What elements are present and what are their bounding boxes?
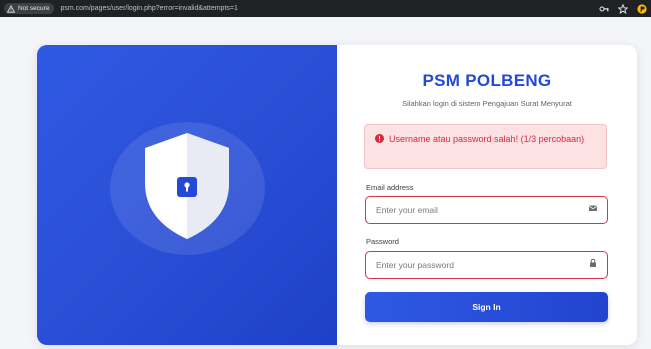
star-icon[interactable]: [618, 3, 628, 14]
app-subtitle: Silahkan login di sistem Pengajuan Surat…: [402, 99, 572, 108]
sign-in-button[interactable]: Sign In: [365, 292, 608, 322]
address-bar-url[interactable]: psm.com/pages/user/login.php?error=inval…: [60, 5, 237, 12]
shield-lock-icon: [145, 133, 229, 239]
security-indicator[interactable]: Not secure: [4, 3, 55, 14]
translate-icon[interactable]: [599, 4, 609, 14]
security-label: Not secure: [18, 5, 50, 12]
password-label: Password: [366, 237, 399, 246]
form-panel: PSM POLBENG Silahkan login di sistem Pen…: [337, 45, 637, 345]
lock-icon: [590, 258, 596, 267]
email-input-wrapper: [365, 196, 608, 224]
illustration-panel: [37, 45, 337, 345]
page-background: PSM POLBENG Silahkan login di sistem Pen…: [0, 17, 651, 349]
password-field[interactable]: [366, 252, 578, 277]
warning-triangle-icon: [7, 4, 15, 13]
envelope-icon: [588, 205, 598, 211]
error-message: Username atau password salah! (1/3 perco…: [389, 134, 585, 144]
error-alert: Username atau password salah! (1/3 perco…: [364, 124, 607, 169]
app-title: PSM POLBENG: [422, 71, 552, 90]
toolbar-actions: [599, 0, 647, 17]
email-field[interactable]: [366, 197, 578, 222]
email-label: Email address: [366, 183, 414, 192]
browser-toolbar: Not secure psm.com/pages/user/login.php?…: [0, 0, 651, 17]
exclamation-circle-icon: [375, 134, 384, 143]
extension-icon[interactable]: [637, 3, 647, 14]
login-card: PSM POLBENG Silahkan login di sistem Pen…: [37, 45, 637, 345]
password-input-wrapper: [365, 251, 608, 279]
